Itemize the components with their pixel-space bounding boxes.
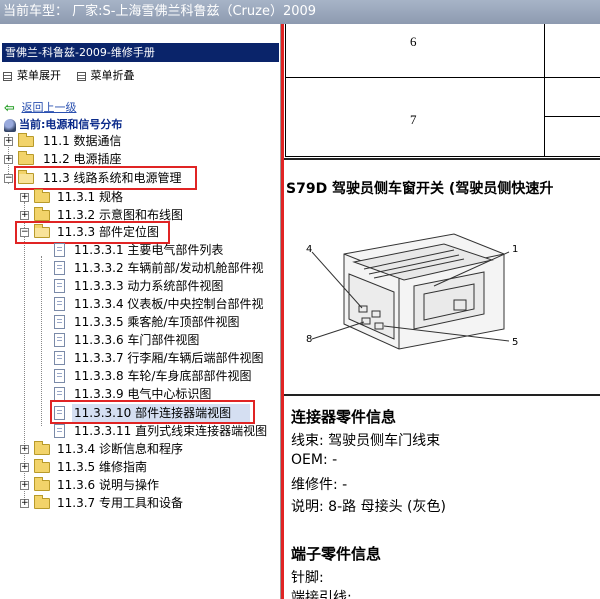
collapse-icon[interactable]: − — [4, 174, 13, 183]
collapse-menu-button[interactable]: 菜单折叠 — [91, 69, 135, 82]
tree-item-label: 11.3.3.1 主要电气部件列表 — [74, 243, 224, 257]
expand-icon[interactable]: + — [4, 137, 13, 146]
tree-item-label: 11.3.7 专用工具和设备 — [57, 496, 183, 510]
table-cell — [544, 116, 600, 157]
current-location-label: 当前:电源和信号分布 — [19, 118, 123, 131]
table-cell — [544, 77, 600, 117]
pin-label-1: 1 — [512, 244, 518, 255]
tree-item-11-3-3-6[interactable]: 11.3.3.6 车门部件视图 — [0, 331, 280, 349]
table-cell — [285, 24, 545, 78]
terminal-lead-text: 端接引线: — [291, 590, 352, 599]
document-icon — [54, 387, 65, 401]
document-icon — [54, 333, 65, 347]
expand-icon[interactable]: + — [20, 211, 29, 220]
document-icon — [54, 369, 65, 383]
expand-menu-button[interactable]: 菜单展开 — [17, 69, 61, 82]
back-arrow-icon: ⇦ — [4, 100, 15, 116]
tree-item-label: 11.3.3.11 直列式线束连接器端视图 — [74, 424, 268, 438]
connector-info-heading: 连接器零件信息 — [291, 408, 397, 426]
tree-item-label: 11.3.1 规格 — [57, 190, 123, 204]
expand-icon[interactable]: + — [20, 463, 29, 472]
content-panel: 6 7 S79D 驾驶员侧车窗开关 (驾驶员侧快速升 4 1 8 5 连接器零件… — [284, 24, 600, 599]
folder-icon — [34, 459, 50, 473]
document-icon — [54, 243, 65, 257]
tree-item-11-3-3-2[interactable]: 11.3.3.2 车辆前部/发动机舱部件视 — [0, 259, 280, 277]
tree-item-11-1[interactable]: + 11.1 数据通信 — [0, 132, 280, 150]
expand-icon[interactable]: + — [20, 481, 29, 490]
table-row-number: 7 — [410, 112, 417, 127]
window-title-bar: 当前车型： 厂家:S-上海雪佛兰科鲁兹（Cruze）2009 — [0, 0, 600, 24]
section-divider — [284, 394, 600, 396]
expand-icon[interactable]: + — [20, 193, 29, 202]
expand-icon[interactable]: + — [20, 445, 29, 454]
pin-label-4: 4 — [306, 244, 312, 255]
tree-item-label: 11.3.5 维修指南 — [57, 460, 147, 474]
description-text: 说明: 8-路 母接头 (灰色) — [291, 499, 446, 515]
back-link-row[interactable]: ⇦ 返回上一级 — [4, 99, 77, 115]
expand-icon[interactable]: + — [20, 499, 29, 508]
connector-diagram: 4 1 8 5 — [306, 233, 518, 350]
tree-item-label: 11.3.3.4 仪表板/中央控制台部件视 — [74, 297, 264, 311]
tree-item-label: 11.3.6 说明与操作 — [57, 478, 159, 492]
expand-icon[interactable]: + — [4, 155, 13, 164]
highlight-box — [50, 400, 255, 424]
document-icon — [54, 424, 65, 438]
oem-text: OEM: - — [291, 452, 338, 468]
folder-icon — [34, 207, 50, 221]
tree-item-label: 11.3.3.8 车轮/车身底部部件视图 — [74, 369, 252, 383]
tree-item-11-3-3-8[interactable]: 11.3.3.8 车轮/车身底部部件视图 — [0, 367, 280, 385]
folder-icon — [18, 151, 34, 165]
terminal-info-heading: 端子零件信息 — [291, 545, 382, 563]
document-icon — [54, 261, 65, 275]
manual-title: 雪佛兰-科鲁兹-2009-维修手册 — [2, 43, 279, 62]
document-icon — [54, 279, 65, 293]
tree-item-label: 11.3.3.6 车门部件视图 — [74, 333, 200, 347]
document-icon — [54, 297, 65, 311]
collapse-menu-icon — [76, 71, 86, 81]
tree-item-11-3-5[interactable]: + 11.3.5 维修指南 — [0, 458, 280, 476]
component-title: S79D 驾驶员侧车窗开关 (驾驶员侧快速升 — [286, 181, 554, 197]
tree-item-label: 11.3.3.7 行李厢/车辆后端部件视图 — [74, 351, 264, 365]
highlight-box — [281, 24, 284, 599]
current-location: 当前:电源和信号分布 — [4, 116, 122, 132]
tree-item-11-3-1[interactable]: + 11.3.1 规格 — [0, 188, 280, 206]
section-divider — [284, 158, 600, 160]
tree-item-label: 11.3.3.2 车辆前部/发动机舱部件视 — [74, 261, 264, 275]
tree-item-11-3-6[interactable]: + 11.3.6 说明与操作 — [0, 476, 280, 494]
table-cell — [544, 24, 600, 78]
folder-icon — [34, 477, 50, 491]
menu-toolbar: 菜单展开 菜单折叠 — [3, 67, 147, 83]
tree-item-11-3-3-1[interactable]: 11.3.3.1 主要电气部件列表 — [0, 241, 280, 259]
tree-item-11-3-3-4[interactable]: 11.3.3.4 仪表板/中央控制台部件视 — [0, 295, 280, 313]
service-part-text: 维修件: - — [291, 477, 348, 493]
document-icon — [54, 315, 65, 329]
highlight-box — [14, 166, 197, 190]
tree-item-11-3-3-5[interactable]: 11.3.3.5 乘客舱/车顶部件视图 — [0, 313, 280, 331]
folder-icon — [18, 133, 34, 147]
tree-item-11-3-3-7[interactable]: 11.3.3.7 行李厢/车辆后端部件视图 — [0, 349, 280, 367]
tree-item-label: 11.3.3.3 动力系统部件视图 — [74, 279, 224, 293]
pin-label-5: 5 — [512, 337, 518, 348]
pin-label-8: 8 — [306, 334, 312, 345]
harness-text: 线束: 驾驶员侧车门线束 — [291, 433, 441, 449]
pin-text: 针脚: — [291, 570, 324, 586]
tree-item-11-3-3-11[interactable]: 11.3.3.11 直列式线束连接器端视图 — [0, 422, 280, 440]
folder-icon — [34, 441, 50, 455]
tree-item-11-3-7[interactable]: + 11.3.7 专用工具和设备 — [0, 494, 280, 512]
current-vehicle-label: 当前车型： 厂家:S-上海雪佛兰科鲁兹（Cruze）2009 — [3, 4, 317, 19]
expand-menu-icon — [3, 71, 12, 81]
folder-icon — [34, 189, 50, 203]
tree-item-11-3-4[interactable]: + 11.3.4 诊断信息和程序 — [0, 440, 280, 458]
location-icon — [4, 118, 16, 132]
tree-item-label: 11.3.3.5 乘客舱/车顶部件视图 — [74, 315, 240, 329]
navigation-panel: 雪佛兰-科鲁兹-2009-维修手册 菜单展开 菜单折叠 ⇦ 返回上一级 当前:电… — [0, 24, 281, 599]
back-link[interactable]: 返回上一级 — [22, 101, 77, 114]
table-row-number: 6 — [410, 34, 417, 49]
folder-icon — [34, 495, 50, 509]
tree-item-label: 11.1 数据通信 — [43, 134, 122, 148]
tree-item-label: 11.3.4 诊断信息和程序 — [57, 442, 183, 456]
document-icon — [54, 351, 65, 365]
tree-item-11-3-3-3[interactable]: 11.3.3.3 动力系统部件视图 — [0, 277, 280, 295]
